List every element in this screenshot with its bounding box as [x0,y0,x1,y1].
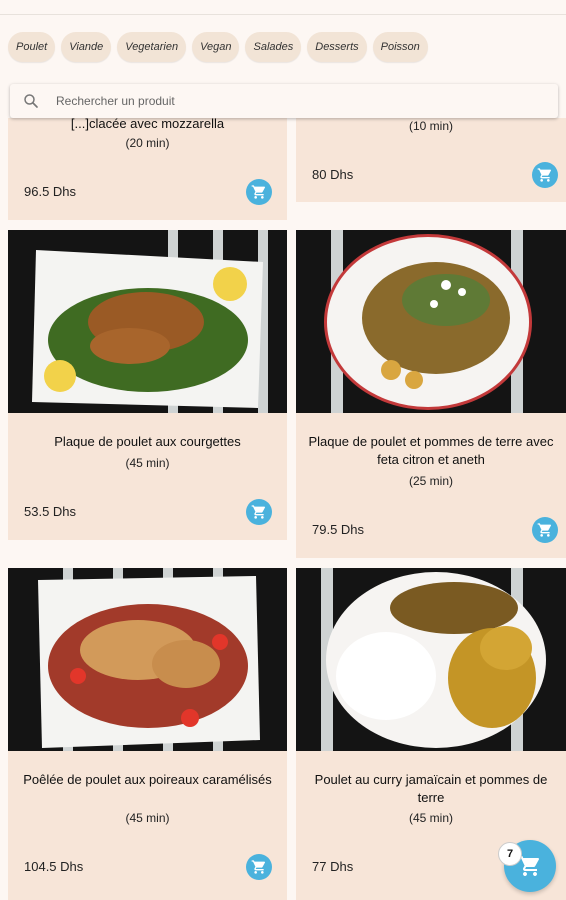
product-card[interactable]: Poêlée de poulet aux poireaux caramélisé… [8,568,287,900]
product-image [296,568,566,751]
product-title: Plaque de poulet et pommes de terre avec… [308,434,554,467]
product-image [8,568,287,751]
product-time: (45 min) [408,811,453,825]
product-price: 79.5 Dhs [312,522,365,537]
product-price: 80 Dhs [312,167,354,182]
product-price: 53.5 Dhs [24,504,77,519]
cart-icon [251,185,266,199]
product-card[interactable]: [...]clacée avec mozzarella (20 min) 96.… [8,116,287,220]
add-to-cart-button[interactable] [246,499,272,525]
add-to-cart-button[interactable] [246,179,272,205]
product-image [296,230,566,413]
product-image [8,230,287,413]
product-time: (45 min) [125,456,170,470]
product-card[interactable]: Plaque de poulet et pommes de terre avec… [296,230,566,558]
category-chip-vegetarien[interactable]: Vegetarien [117,32,187,62]
cart-icon [519,856,540,876]
category-chip-viande[interactable]: Viande [61,32,112,62]
search-icon[interactable] [22,92,40,110]
category-chip-salades[interactable]: Salades [245,32,302,62]
category-chip-vegan[interactable]: Vegan [192,32,240,62]
product-price: 77 Dhs [312,859,354,874]
cart-icon [537,168,552,182]
product-price: 104.5 Dhs [24,859,84,874]
product-title: Poêlée de poulet aux poireaux caramélisé… [23,772,272,787]
search-bar [10,84,558,118]
category-chip-desserts[interactable]: Desserts [307,32,367,62]
product-price: 96.5 Dhs [24,184,77,199]
product-time: (45 min) [125,811,170,825]
product-card[interactable]: (10 min) 80 Dhs [296,118,566,202]
product-title: Poulet au curry jamaïcain et pommes de t… [314,772,548,805]
cart-icon [251,860,266,874]
add-to-cart-button[interactable] [246,854,272,880]
search-input[interactable] [54,93,518,109]
product-card[interactable]: Plaque de poulet aux courgettes (45 min)… [8,230,287,540]
category-chip-poisson[interactable]: Poisson [372,32,428,62]
product-time: (10 min) [408,119,453,133]
category-chip-poulet[interactable]: Poulet [8,32,56,62]
add-to-cart-button[interactable] [532,162,558,188]
cart-count-badge: 7 [498,842,522,866]
add-to-cart-button[interactable] [532,517,558,543]
product-time: (20 min) [125,136,170,150]
cart-icon [537,523,552,537]
product-time: (25 min) [408,474,453,488]
product-title: Plaque de poulet aux courgettes [54,434,241,449]
category-filter-bar: Poulet Viande Vegetarien Vegan Salades D… [8,32,428,62]
top-bar [0,0,566,15]
cart-icon [251,505,266,519]
